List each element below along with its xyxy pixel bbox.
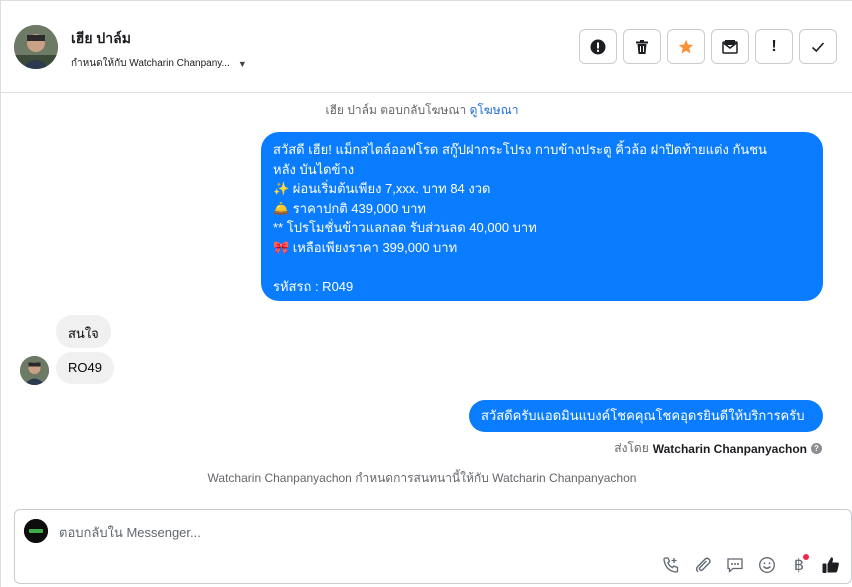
- outgoing-message: สวัสดี เฮีย! แม็กสไตล์ออฟโรด สกู๊ปฝากระโ…: [261, 132, 823, 301]
- message-line: ** โปรโมชั่นข้าวแลกลด รับส่วนลด 40,000 บ…: [273, 220, 537, 235]
- message-line: สวัสดี เฮีย! แม็กสไตล์ออฟโรด สกู๊ปฝากระโ…: [273, 142, 767, 157]
- sent-by-note: ส่งโดย Watcharin Chanpanyachon ?: [614, 439, 822, 458]
- star-button[interactable]: [667, 29, 705, 64]
- composer-tools: ฿: [659, 553, 843, 577]
- mark-done-button[interactable]: [799, 29, 837, 64]
- outgoing-message: สวัสดีครับแอดมินแบงค์โชคคุณโชคอุดรยินดีใ…: [469, 400, 823, 432]
- trash-icon: [636, 39, 648, 54]
- contact-name: เฮีย ปาล์ม: [71, 30, 131, 46]
- assignment-note: Watcharin Chanpanyachon กำหนดการสนทนานี้…: [207, 471, 637, 485]
- message-line: หลัง บันไดข้าง: [273, 161, 355, 177]
- message-composer: ฿: [14, 509, 852, 584]
- header-actions: !: [579, 29, 837, 64]
- message-line: 🎀 เหลือเพียงราคา 399,000 บาท: [273, 239, 458, 255]
- sent-by-name: Watcharin Chanpanyachon: [652, 441, 807, 456]
- star-icon: [678, 39, 694, 53]
- check-icon: [811, 41, 825, 52]
- message-line: [273, 257, 811, 277]
- contact-avatar[interactable]: [14, 25, 58, 69]
- message-line: 🛎️ ราคาปกติ 439,000 บาท: [273, 200, 426, 216]
- conversation-header: เฮีย ปาล์ม กำหนดให้กับ Watcharin Chanpan…: [1, 1, 852, 93]
- caret-down-icon: ▼: [237, 58, 247, 69]
- follow-up-button[interactable]: !: [755, 29, 793, 64]
- help-icon[interactable]: ?: [811, 443, 822, 454]
- chat-bubble-icon[interactable]: [723, 553, 747, 577]
- notification-dot: [803, 554, 809, 560]
- message-line: รหัสรถ : R049: [273, 278, 354, 294]
- ad-reply-notice: เฮีย ปาล์ม ตอบกลับโฆษณา ดูโฆษณา: [1, 101, 843, 120]
- report-spam-button[interactable]: [579, 29, 617, 64]
- delete-button[interactable]: [623, 29, 661, 64]
- page-avatar: [24, 519, 48, 543]
- conversation-panel: เฮีย ปาล์ม กำหนดให้กับ Watcharin Chanpan…: [0, 0, 852, 587]
- view-ad-link[interactable]: ดูโฆษณา: [470, 103, 519, 117]
- paperclip-icon[interactable]: [691, 553, 715, 577]
- incoming-message: RO49: [56, 352, 114, 384]
- phone-add-icon[interactable]: [659, 553, 683, 577]
- exclamation-icon: !: [771, 37, 777, 55]
- sent-by-label: ส่งโดย: [614, 441, 649, 455]
- ad-reply-text: เฮีย ปาล์ม ตอบกลับโฆษณา: [325, 103, 467, 117]
- emoji-icon[interactable]: [755, 553, 779, 577]
- assignee-label: กำหนดให้กับ Watcharin Chanpany...: [71, 58, 230, 69]
- incoming-message: สนใจ: [56, 315, 111, 348]
- baht-icon[interactable]: ฿: [787, 553, 811, 577]
- message-line: ✨ ผ่อนเริ่มต้นเพียง 7,xxx. บาท 84 งวด: [273, 181, 491, 196]
- mark-unread-button[interactable]: [711, 29, 749, 64]
- envelope-icon: [722, 39, 738, 54]
- exclamation-circle-icon: [590, 39, 606, 54]
- sender-avatar: [20, 356, 49, 385]
- thumbs-up-icon[interactable]: [819, 553, 843, 577]
- assignee-dropdown[interactable]: กำหนดให้กับ Watcharin Chanpany... ▼: [71, 56, 247, 71]
- reply-input[interactable]: [59, 522, 619, 542]
